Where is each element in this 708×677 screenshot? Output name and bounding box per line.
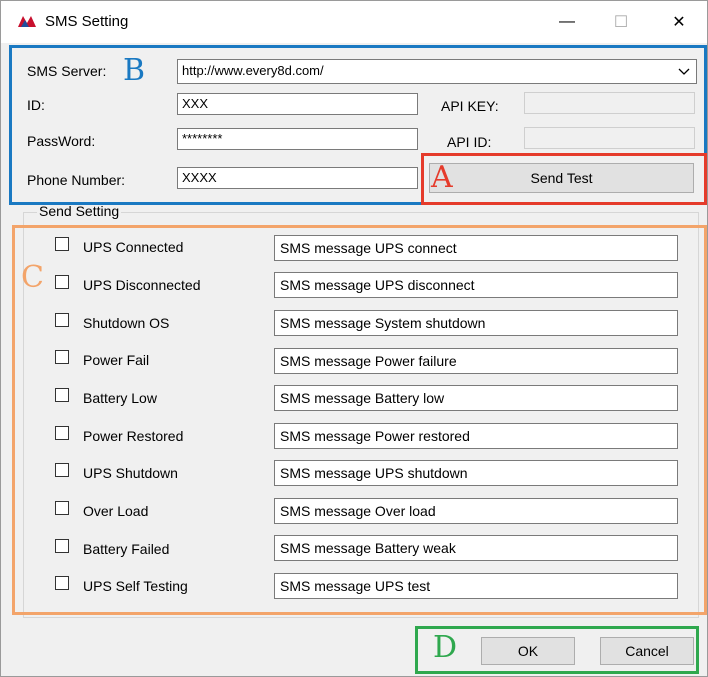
close-button[interactable]: ✕ [653,1,705,43]
maximize-button[interactable]: ☐ [595,1,647,43]
annotation-frame-d [415,626,699,674]
sms-setting-window: SMS Setting — ☐ ✕ SMS Server: http://www… [0,0,708,677]
annotation-marker-b: B [123,53,146,88]
send-setting-title: Send Setting [37,203,122,219]
annotation-marker-a: A [431,160,453,195]
annotation-frame-a [421,153,707,205]
annotation-marker-c: C [21,260,44,295]
minimize-button[interactable]: — [541,1,593,43]
annotation-marker-d: D [433,630,458,665]
title-bar: SMS Setting — ☐ ✕ [1,1,707,43]
annotation-frame-c [12,225,707,615]
window-title: SMS Setting [45,13,129,30]
sms-app-icon [18,16,36,27]
